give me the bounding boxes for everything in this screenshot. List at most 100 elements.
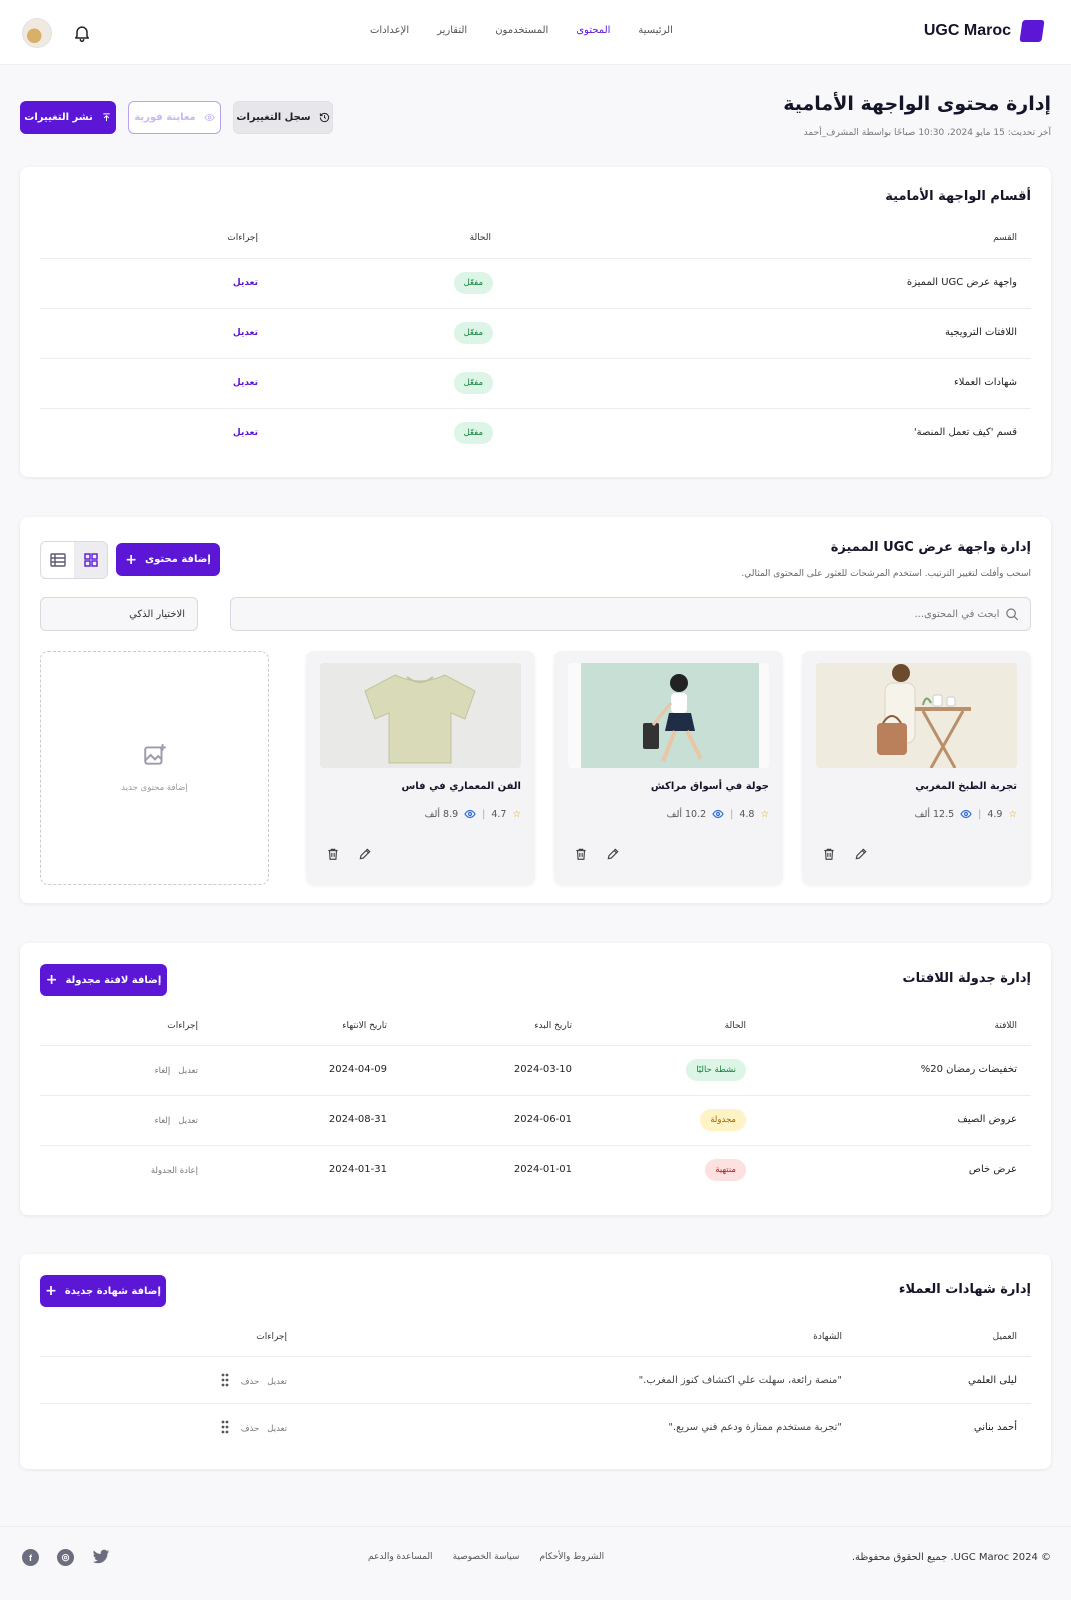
list-view-button[interactable] — [41, 542, 74, 578]
copyright-text: © 2024 UGC Maroc. جميع الحقوق محفوظة. — [851, 1552, 1051, 1563]
testimonial-text: "منصة رائعة، سهلت علي اكتشاف كنوز المغرب… — [638, 1375, 842, 1386]
col-status: الحالة — [469, 233, 491, 243]
pencil-icon[interactable] — [606, 847, 620, 861]
edit-link[interactable]: تعديل — [233, 378, 258, 388]
nav-item-reports[interactable]: التقارير — [437, 25, 467, 36]
row-actions: تعديل حذف — [241, 1377, 287, 1387]
add-content-button[interactable]: إضافة محتوى + — [116, 543, 220, 576]
plus-icon: + — [45, 1283, 57, 1299]
content-thumbnail — [568, 663, 769, 768]
col-actions: إجراءات — [256, 1332, 287, 1342]
start-date: 2024-03-10 — [513, 1064, 572, 1075]
publish-changes-button[interactable]: نشر التغييرات — [20, 101, 116, 134]
market-tour-photo-image — [568, 663, 769, 768]
testimonial-text: "تجربة مستخدم ممتازة ودعم فني سريع." — [668, 1422, 842, 1433]
cancel-link[interactable]: إلغاء — [155, 1116, 171, 1126]
change-history-button[interactable]: سجل التغييرات — [233, 101, 333, 134]
table-row: تخفيضات رمضان 20% نشطة حاليًا 2024-03-10… — [40, 1045, 1031, 1095]
edit-link[interactable]: تعديل — [178, 1066, 198, 1076]
smart-filter-select[interactable]: الاختيار الذكي — [40, 597, 198, 631]
edit-link[interactable]: تعديل — [267, 1424, 287, 1434]
end-date: 2024-08-31 — [328, 1114, 387, 1125]
view-toggle — [40, 541, 108, 579]
showcase-subtitle: اسحب وأفلت لتغيير الترتيب. استخدم المرشح… — [741, 569, 1031, 579]
add-scheduled-banner-button[interactable]: إضافة لافتة مجدولة + — [40, 964, 167, 996]
upload-icon — [102, 113, 110, 122]
avatar[interactable] — [22, 18, 52, 48]
content-stats: ☆ 4.8 | 10.2 ألف — [667, 808, 769, 820]
github-icon[interactable]: ◎ — [57, 1549, 74, 1566]
content-card[interactable]: تجربة الطبخ المغربي ☆ 4.9 | 12.5 ألف — [802, 651, 1031, 885]
brand[interactable]: UGC Maroc — [923, 20, 1045, 42]
star-icon: ☆ — [1008, 808, 1017, 820]
content-stats: ☆ 4.9 | 12.5 ألف — [915, 808, 1017, 820]
trash-icon[interactable] — [326, 847, 340, 861]
search-input[interactable] — [231, 608, 1000, 620]
privacy-link[interactable]: سياسة الخصوصية — [453, 1552, 520, 1562]
testimonials-table: العميل الشهادة إجراءات ليلى العلمي "منصة… — [40, 1332, 1031, 1462]
twitter-icon[interactable] — [92, 1549, 110, 1565]
top-bar: UGC Maroc الرئيسية المحتوى المستخدمون ال… — [0, 0, 1071, 65]
edit-link[interactable]: تعديل — [178, 1116, 198, 1126]
client-name: أحمد بناني — [973, 1422, 1017, 1433]
content-actions — [822, 847, 868, 861]
content-card[interactable]: جولة في أسواق مراكش ☆ 4.8 | 10.2 ألف — [554, 651, 783, 885]
main-nav: الرئيسية المحتوى المستخدمون التقارير الإ… — [370, 25, 673, 36]
help-link[interactable]: المساعدة والدعم — [368, 1552, 433, 1562]
grid-view-icon — [83, 553, 98, 567]
content-rating: 4.7 — [491, 808, 507, 820]
col-start-date: تاريخ البدء — [534, 1021, 572, 1031]
nav-item-users[interactable]: المستخدمون — [495, 25, 548, 36]
nav-item-content[interactable]: المحتوى — [576, 25, 610, 36]
live-preview-label: معاينة فورية — [134, 112, 196, 123]
add-testimonial-button[interactable]: إضافة شهادة جديدة + — [40, 1275, 166, 1307]
list-view-icon — [49, 553, 66, 567]
drag-handle-icon[interactable] — [221, 1373, 229, 1387]
brand-name: UGC Maroc — [923, 22, 1011, 39]
delete-link[interactable]: حذف — [241, 1424, 260, 1434]
banner-name: تخفيضات رمضان 20% — [920, 1064, 1017, 1075]
frontend-sections-card: أقسام الواجهة الأمامية القسم الحالة إجرا… — [20, 167, 1051, 477]
brand-logo-icon — [1019, 20, 1045, 42]
trash-icon[interactable] — [822, 847, 836, 861]
cancel-link[interactable]: إلغاء — [155, 1066, 171, 1076]
pencil-icon[interactable] — [854, 847, 868, 861]
footer: © 2024 UGC Maroc. جميع الحقوق محفوظة. ال… — [0, 1526, 1071, 1600]
end-date: 2024-01-31 — [328, 1164, 387, 1175]
grid-view-button[interactable] — [74, 542, 107, 578]
status-badge: مفعّل — [453, 422, 493, 444]
facebook-icon[interactable]: f — [22, 1549, 39, 1566]
content-views: 10.2 ألف — [666, 808, 707, 820]
content-thumbnail — [320, 663, 521, 768]
content-rating: 4.9 — [987, 808, 1003, 820]
add-content-tile[interactable]: إضافة محتوى جديد — [40, 651, 269, 885]
nav-item-settings[interactable]: الإعدادات — [370, 25, 409, 36]
trash-icon[interactable] — [574, 847, 588, 861]
edit-link[interactable]: تعديل — [267, 1377, 287, 1387]
live-preview-button[interactable]: معاينة فورية — [128, 101, 221, 134]
col-status: الحالة — [724, 1021, 746, 1031]
content-actions — [574, 847, 620, 861]
pencil-icon[interactable] — [358, 847, 372, 861]
plus-icon: + — [45, 972, 58, 988]
row-actions: إعادة الجدولة — [151, 1166, 198, 1176]
edit-link[interactable]: تعديل — [233, 428, 258, 438]
header-utilities — [22, 18, 92, 48]
terms-link[interactable]: الشروط والأحكام — [539, 1552, 604, 1562]
edit-link[interactable]: تعديل — [233, 278, 258, 288]
content-rating: 4.8 — [739, 808, 755, 820]
sections-title: أقسام الواجهة الأمامية — [885, 189, 1031, 204]
drag-handle-icon[interactable] — [221, 1420, 229, 1434]
section-name: اللافتات الترويجية — [944, 327, 1017, 338]
reschedule-link[interactable]: إعادة الجدولة — [151, 1166, 198, 1176]
col-actions: إجراءات — [167, 1021, 198, 1031]
status-badge: مفعّل — [453, 272, 493, 294]
delete-link[interactable]: حذف — [241, 1377, 260, 1387]
nav-item-home[interactable]: الرئيسية — [638, 25, 672, 36]
views-eye-icon — [464, 809, 476, 819]
table-row: ليلى العلمي "منصة رائعة، سهلت علي اكتشاف… — [40, 1356, 1031, 1403]
content-card[interactable]: الفن المعماري في فاس ☆ 4.7 | 8.9 ألف — [306, 651, 535, 885]
edit-link[interactable]: تعديل — [233, 328, 258, 338]
change-history-label: سجل التغييرات — [236, 112, 311, 123]
bell-icon[interactable] — [72, 23, 92, 43]
